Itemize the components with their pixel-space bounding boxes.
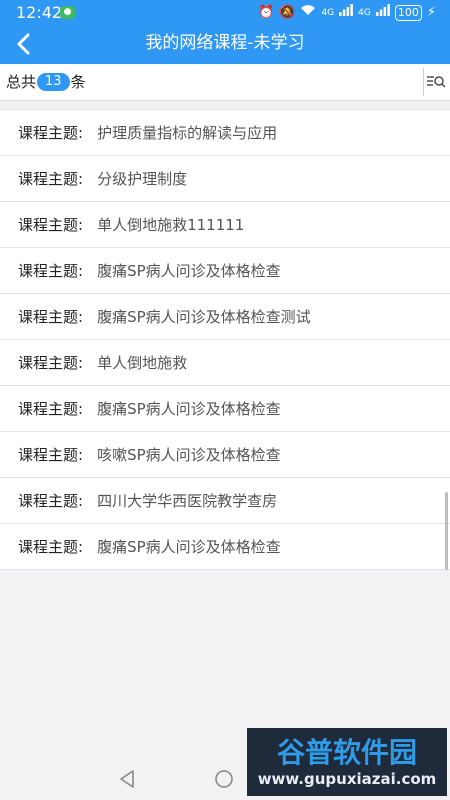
count-prefix: 总共: [6, 73, 37, 91]
list-item[interactable]: 课程主题: 单人倒地施救111111: [0, 202, 450, 248]
course-topic-value: 腹痛SP病人问诊及体格检查: [97, 538, 281, 556]
course-topic-label: 课程主题:: [18, 446, 84, 464]
course-topic-value: 分级护理制度: [97, 170, 188, 188]
nav-bar: 我的网络课程-未学习: [0, 26, 450, 64]
charging-icon: ⚡: [426, 5, 436, 20]
course-topic-label: 课程主题:: [18, 354, 84, 372]
course-topic-value: 咳嗽SP病人问诊及体格检查: [97, 446, 281, 464]
svg-text:谷普软件园: 谷普软件园: [277, 736, 417, 769]
course-topic-value: 单人倒地施救111111: [97, 216, 245, 234]
list-item[interactable]: 课程主题: 腹痛SP病人问诊及体格检查测试: [0, 294, 450, 340]
network-label-1: 4G: [321, 8, 335, 18]
mute-icon: 🔕: [279, 5, 296, 20]
system-home-button[interactable]: [213, 768, 235, 794]
svg-text:www.gupuxiazai.com: www.gupuxiazai.com: [258, 770, 437, 788]
list-item[interactable]: 课程主题: 四川大学华西医院教学查房: [0, 478, 450, 524]
course-topic-value: 四川大学华西医院教学查房: [97, 492, 278, 510]
course-topic-label: 课程主题:: [18, 308, 84, 326]
course-topic-value: 腹痛SP病人问诊及体格检查: [97, 400, 281, 418]
list-item[interactable]: 课程主题: 单人倒地施救: [0, 340, 450, 386]
count-bar: 总共 13 条: [0, 64, 450, 101]
course-topic-value: 腹痛SP病人问诊及体格检查: [97, 262, 281, 280]
list-item[interactable]: 课程主题: 腹痛SP病人问诊及体格检查: [0, 524, 450, 570]
wechat-icon: ●: [60, 6, 75, 19]
count-badge: 13: [37, 72, 70, 91]
course-topic-label: 课程主题:: [18, 400, 84, 418]
course-topic-label: 课程主题:: [18, 538, 84, 556]
back-button[interactable]: [8, 30, 42, 60]
network-label-2: 4G: [358, 8, 371, 18]
circle-home-icon: [215, 770, 233, 788]
course-topic-label: 课程主题:: [18, 492, 84, 510]
list-item[interactable]: 课程主题: 咳嗽SP病人问诊及体格检查: [0, 432, 450, 478]
status-bar: 12:42 ● ⏰ 🔕 4G 4G 100 ⚡: [0, 0, 450, 26]
course-topic-value: 腹痛SP病人问诊及体格检查测试: [97, 308, 311, 326]
course-topic-value: 单人倒地施救: [97, 354, 188, 372]
page-title: 我的网络课程-未学习: [145, 33, 305, 53]
count-suffix: 条: [70, 73, 86, 91]
chevron-left-icon: [17, 33, 30, 55]
signal-icon: [375, 3, 390, 23]
record-count: 总共 13 条: [6, 71, 86, 92]
status-icons: ⏰ 🔕 4G 4G 100 ⚡: [258, 3, 436, 23]
list-item[interactable]: 课程主题: 腹痛SP病人问诊及体格检查: [0, 386, 450, 432]
watermark-logo: 谷普软件园 www.gupuxiazai.com: [247, 728, 447, 796]
divider: [423, 68, 424, 96]
filter-search-icon: [427, 76, 446, 88]
course-list: 课程主题: 护理质量指标的解读与应用 课程主题: 分级护理制度 课程主题: 单人…: [0, 109, 450, 570]
alarm-icon: ⏰: [258, 5, 275, 20]
list-item[interactable]: 课程主题: 护理质量指标的解读与应用: [0, 110, 450, 156]
system-back-button[interactable]: [116, 768, 138, 794]
course-topic-label: 课程主题:: [18, 170, 84, 188]
list-item[interactable]: 课程主题: 分级护理制度: [0, 156, 450, 202]
status-time: 12:42: [16, 3, 63, 22]
signal-icon: [339, 3, 354, 23]
triangle-back-icon: [120, 770, 134, 788]
wifi-icon: [300, 3, 316, 23]
battery-indicator: 100: [394, 5, 422, 21]
course-topic-label: 课程主题:: [18, 262, 84, 280]
course-topic-value: 护理质量指标的解读与应用: [97, 124, 278, 142]
course-topic-label: 课程主题:: [18, 124, 84, 142]
list-item[interactable]: 课程主题: 腹痛SP病人问诊及体格检查: [0, 248, 450, 294]
course-topic-label: 课程主题:: [18, 216, 84, 234]
scrollbar[interactable]: [445, 492, 448, 570]
filter-search-button[interactable]: [426, 73, 446, 91]
